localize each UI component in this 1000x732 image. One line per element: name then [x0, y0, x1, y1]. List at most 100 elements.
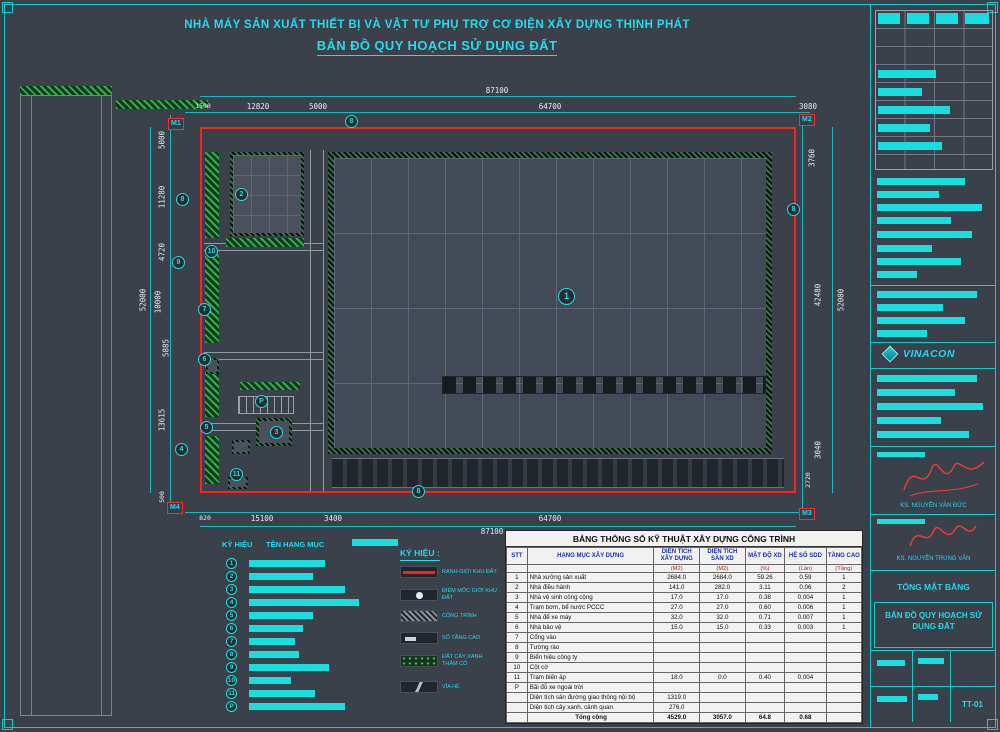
legend-row: 11 [226, 688, 315, 699]
dim-label: 52000 [139, 289, 148, 312]
spec-table-cell: 1 [826, 593, 861, 603]
dim-line [150, 127, 151, 493]
spec-table-cell: 59.26 [745, 573, 784, 583]
sidewalk-symbol [400, 681, 438, 693]
land-boundary [200, 127, 796, 493]
strip-line [101, 96, 102, 715]
spec-header-cell: HỆ SỐ SDD [785, 548, 827, 565]
item-balloon: 9 [172, 256, 185, 269]
dim-label: 5885 [162, 339, 171, 357]
spec-table-cell: 282.0 [700, 583, 746, 593]
spec-table-cell: 64.8 [745, 713, 784, 723]
site-plan-drawing: NHÀ MÁY SẢN XUẤT THIẾT BỊ VÀ VẬT TƯ PHỤ … [0, 0, 1000, 732]
dim-line [185, 112, 810, 113]
spec-table-grid: STT HẠNG MỤC XÂY DỰNG DIỆN TÍCH XÂY DỰNG… [506, 547, 862, 723]
spec-table-cell: 4529.0 [654, 713, 700, 723]
redacted-text-bar [877, 431, 969, 438]
spec-table-cell [785, 653, 827, 663]
spec-table-cell [826, 663, 861, 673]
spec-table-cell [507, 713, 528, 723]
spec-table-cell [826, 703, 861, 713]
spec-table-row: PBãi đỗ xe ngoài trời [507, 683, 862, 693]
spec-unit-cell: (%) [745, 565, 784, 573]
redacted-item-name [249, 703, 345, 710]
redacted-text-bar [877, 403, 983, 410]
spec-table-row: Tổng cộng4529.03057.064.80.68 [507, 713, 862, 723]
boundary-marker-m2: M2 [799, 114, 815, 126]
dim-label: 1500 [195, 102, 211, 110]
spec-table-body: 1Nhà xưởng sản xuất2684.02684.059.260.59… [507, 573, 862, 723]
item-balloon: 4 [226, 597, 237, 608]
spec-table-cell [700, 643, 746, 653]
item-balloon: 5 [226, 610, 237, 621]
spec-table-cell [654, 683, 700, 693]
symbol-label: ĐẤT CÂY XANH THẢM CỎ [442, 654, 498, 667]
legend-row: 4 [226, 597, 359, 608]
item-balloon: 6 [226, 623, 237, 634]
dim-label: 15100 [251, 514, 274, 523]
redacted-text-bar [877, 231, 972, 238]
spec-table-cell [826, 683, 861, 693]
green-strip-top [20, 86, 112, 95]
item-balloon: 2 [235, 188, 248, 201]
frame-corner [2, 719, 13, 730]
dim-line [170, 115, 171, 510]
spec-table-cell: 0.004 [785, 593, 827, 603]
dim-label: 3080 [799, 102, 817, 111]
adjacent-building-strip [20, 95, 112, 716]
signature-2 [906, 516, 980, 554]
item-balloon: 8 [226, 649, 237, 660]
spec-header-cell: STT [507, 548, 528, 565]
item-balloon: 2 [226, 571, 237, 582]
engineer-name-1: KS. NGUYỄN VĂN ĐỨC [874, 503, 993, 509]
item-balloon: 11 [226, 688, 237, 699]
spec-table-cell: 1319.0 [654, 693, 700, 703]
redacted-item-name [249, 664, 329, 671]
boundary-line-symbol [400, 566, 438, 578]
spec-table-cell: 15.0 [700, 623, 746, 633]
spec-table-cell [654, 663, 700, 673]
item-balloon: 5 [200, 421, 213, 434]
company-name: VINACON [903, 348, 955, 360]
spec-table-cell: 7 [507, 633, 528, 643]
symbol-label: CÔNG TRÌNH [442, 613, 477, 620]
spec-table-cell: 141.0 [654, 583, 700, 593]
redacted-item-name [249, 612, 313, 619]
spec-table-cell: 6 [507, 623, 528, 633]
redacted-text-bar [877, 178, 965, 185]
symbol-legend-item: CÔNG TRÌNH [400, 610, 498, 622]
redacted-text-bar [877, 375, 977, 382]
marker-point-symbol [400, 589, 438, 601]
redacted-text-bar [877, 317, 965, 324]
dim-label: 2720 [804, 472, 812, 488]
spec-table-cell: 0.06 [785, 583, 827, 593]
spec-table-cell [826, 653, 861, 663]
redacted-text-bar [878, 70, 936, 78]
title-block-divider-line [871, 686, 995, 687]
dim-label: 4720 [158, 243, 167, 261]
dim-label: 820 [199, 514, 211, 522]
spec-table-row: 9Biển hiệu công ty [507, 653, 862, 663]
dim-label: 3760 [808, 149, 817, 167]
redacted-item-name [249, 573, 313, 580]
legend-row: 1 [226, 558, 325, 569]
spec-table-cell: 0.004 [785, 673, 827, 683]
sheet-number: TT-01 [950, 700, 995, 709]
redacted-item-name [249, 677, 291, 684]
redacted-text-bar [877, 417, 941, 424]
legend-row: 6 [226, 623, 303, 634]
spec-table-cell: 27.0 [654, 603, 700, 613]
legend-row: 8 [226, 649, 299, 660]
symbol-legend-item: SỐ TẦNG CAO [400, 632, 498, 644]
spec-table-cell [654, 653, 700, 663]
spec-unit-cell: (M2) [700, 565, 746, 573]
redacted-text-bar [877, 204, 982, 211]
spec-table-cell: 0.33 [745, 623, 784, 633]
spec-table-cell: 0.40 [745, 673, 784, 683]
spec-table-cell: 1 [826, 573, 861, 583]
spec-table-row: 11Trạm biến áp18.00.00.400.004 [507, 673, 862, 683]
spec-table-cell: 3.11 [745, 583, 784, 593]
spec-table-cell: 0.003 [785, 623, 827, 633]
floor-count-symbol [400, 632, 438, 644]
dim-label: 5000 [309, 102, 327, 111]
